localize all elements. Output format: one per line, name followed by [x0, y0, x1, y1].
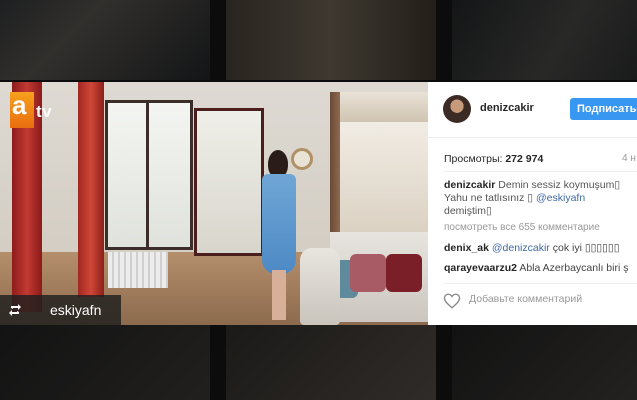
- post-time[interactable]: 4 н: [622, 153, 636, 164]
- divider: [444, 283, 637, 284]
- view-all-comments-link[interactable]: посмотреть все 655 комментарие: [444, 222, 600, 233]
- views-count: Просмотры: 272 974: [444, 153, 543, 165]
- comment: denix_ak @denizcakir çok iyi ▯▯▯▯▯▯: [444, 242, 620, 254]
- repost-icon: [4, 299, 26, 321]
- atv-logo-tv: tv: [36, 102, 53, 121]
- heart-icon[interactable]: [443, 292, 461, 310]
- post-username[interactable]: denizcakir: [480, 102, 534, 114]
- follow-button[interactable]: Подписаться: [570, 98, 637, 120]
- post-header: denizcakir Подписаться: [428, 82, 637, 138]
- scene-door: [194, 108, 264, 256]
- views-value: 272 974: [505, 153, 544, 165]
- post-modal: a tv eskiyafn denizcakir Подписаться Про…: [0, 82, 637, 325]
- post-sidebar: denizcakir Подписаться Просмотры: 272 97…: [428, 82, 637, 325]
- scene-window: [105, 100, 193, 250]
- scene-clock: [291, 148, 313, 170]
- views-label: Просмотры:: [444, 153, 503, 165]
- atv-logo: a tv: [10, 86, 64, 134]
- post-caption: denizcakir Demin sessiz koymuşum▯ Yahu n…: [444, 179, 634, 218]
- atv-logo-a: a: [12, 90, 27, 120]
- repost-tag[interactable]: eskiyafn: [0, 295, 121, 325]
- scene-pillow: [350, 254, 386, 292]
- repost-username[interactable]: eskiyafn: [50, 302, 101, 318]
- scene-curtain: [78, 82, 104, 297]
- scene-person: [262, 150, 296, 320]
- comment-text: çok iyi ▯▯▯▯▯▯: [552, 242, 620, 254]
- comment-mention[interactable]: @denizcakir: [492, 242, 550, 254]
- caption-username[interactable]: denizcakir: [444, 179, 495, 191]
- add-comment-input[interactable]: Добавьте комментарий: [469, 293, 582, 305]
- scene-radiator: [108, 252, 168, 288]
- post-video[interactable]: a tv eskiyafn: [0, 82, 428, 325]
- comment: qarayevaarzu2 Abla Azerbaycanlı biri ş: [444, 262, 628, 274]
- comment-text: Abla Azerbaycanlı biri ş: [519, 262, 629, 274]
- avatar[interactable]: [443, 95, 471, 123]
- caption-text-end: demiştim▯: [444, 205, 492, 217]
- caption-mention[interactable]: @eskiyafn: [536, 192, 585, 204]
- divider: [444, 171, 637, 172]
- comment-username[interactable]: denix_ak: [444, 242, 489, 254]
- scene-armchair: [300, 248, 340, 325]
- scene-pillow: [386, 254, 422, 292]
- comment-username[interactable]: qarayevaarzu2: [444, 262, 517, 274]
